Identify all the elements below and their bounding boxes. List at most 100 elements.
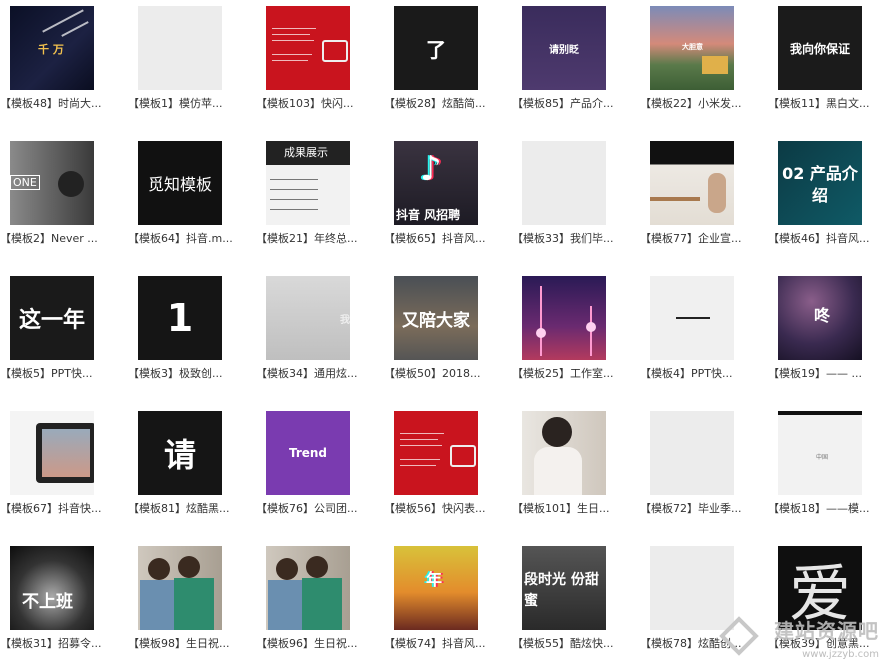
- thumb-text: 段时光 份甜蜜: [524, 572, 599, 609]
- template-tile[interactable]: 我向你保证 【模板11】黑白文...: [768, 0, 887, 120]
- template-tile[interactable]: 中国 【模板18】——模...: [768, 405, 887, 525]
- template-tile[interactable]: 段时光 份甜蜜 【模板55】酷炫快...: [512, 540, 640, 660]
- template-thumbnail: 这一年: [10, 276, 94, 360]
- template-tile[interactable]: ONE 【模板2】Never ...: [0, 135, 128, 255]
- template-tile[interactable]: 咚 【模板19】—— ...: [768, 270, 887, 390]
- thumb-text: 请: [163, 436, 196, 474]
- template-caption: 【模板76】公司团...: [256, 502, 358, 515]
- template-thumbnail: 我: [266, 276, 350, 360]
- template-thumbnail: [650, 546, 734, 630]
- template-caption: 【模板22】小米发...: [640, 97, 742, 110]
- template-caption: 【模板21】年终总...: [256, 232, 358, 245]
- template-caption: 【模板103】快闪...: [256, 97, 354, 110]
- template-thumbnail: [650, 141, 734, 225]
- template-tile[interactable]: 又陪大家 【模板50】2018...: [384, 270, 512, 390]
- template-tile[interactable]: 【模板25】工作室...: [512, 270, 640, 390]
- template-thumbnail: Trend: [266, 411, 350, 495]
- thumb-text: 了: [426, 37, 446, 62]
- template-tile[interactable]: 【模板72】毕业季...: [640, 405, 768, 525]
- template-tile[interactable]: 【模板33】我们毕...: [512, 135, 640, 255]
- camera-icon: [322, 40, 348, 62]
- template-caption: 【模板48】时尚大...: [0, 97, 102, 110]
- template-caption: 【模板72】毕业季...: [640, 502, 742, 515]
- template-caption: 【模板11】黑白文...: [768, 97, 870, 110]
- template-tile[interactable]: 了 【模板28】炫酷简...: [384, 0, 512, 120]
- template-tile[interactable]: 【模板67】抖音快...: [0, 405, 128, 525]
- template-caption: 【模板81】炫酷黑...: [128, 502, 230, 515]
- template-tile[interactable]: 我 【模板34】通用炫...: [256, 270, 384, 390]
- thumb-text: 中国: [816, 454, 829, 461]
- template-thumbnail: ♪ 抖音 风招聘: [394, 141, 478, 225]
- template-thumbnail: [138, 546, 222, 630]
- template-caption: 【模板31】招募令...: [0, 637, 102, 650]
- template-tile[interactable]: 不上班 【模板31】招募令...: [0, 540, 128, 660]
- template-thumbnail: 大胆意: [650, 6, 734, 90]
- template-tile[interactable]: 年 【模板74】抖音风...: [384, 540, 512, 660]
- template-thumbnail: [266, 546, 350, 630]
- person-image: [708, 173, 726, 213]
- template-tile[interactable]: 这一年 【模板5】PPT快...: [0, 270, 128, 390]
- camera-icon: [450, 445, 476, 467]
- template-tile[interactable]: 【模板96】生日祝...: [256, 540, 384, 660]
- template-caption: 【模板2】Never ...: [0, 232, 98, 245]
- template-thumbnail: 咚: [778, 276, 862, 360]
- template-caption: 【模板4】PPT快...: [640, 367, 733, 380]
- thumb-text: 这一年: [18, 308, 85, 333]
- template-tile[interactable]: 【模板77】企业宣...: [640, 135, 768, 255]
- template-tile[interactable]: 成果展示 【模板21】年终总...: [256, 135, 384, 255]
- template-thumbnail: 段时光 份甜蜜: [522, 546, 606, 630]
- watermark-text: 建站资源吧: [774, 619, 879, 643]
- template-caption: 【模板46】抖音风...: [768, 232, 870, 245]
- template-tile[interactable]: 大胆意 【模板22】小米发...: [640, 0, 768, 120]
- template-tile[interactable]: 觅知模板 【模板64】抖音.m...: [128, 135, 256, 255]
- thumb-text: 千 万: [38, 43, 64, 56]
- template-thumbnail: ONE: [10, 141, 94, 225]
- template-tile[interactable]: 02 产品介绍 【模板46】抖音风...: [768, 135, 887, 255]
- template-tile[interactable]: Trend 【模板76】公司团...: [256, 405, 384, 525]
- template-caption: 【模板3】极致创...: [128, 367, 223, 380]
- template-thumbnail: 02 产品介绍: [778, 141, 862, 225]
- template-tile[interactable]: 【模板1】模仿苹...: [128, 0, 256, 120]
- template-caption: 【模板33】我们毕...: [512, 232, 614, 245]
- template-thumbnail: [522, 141, 606, 225]
- template-tile[interactable]: 请 【模板81】炫酷黑...: [128, 405, 256, 525]
- template-gallery: 千 万 【模板48】时尚大... 【模板1】模仿苹... 【模板103】快闪..…: [0, 0, 887, 660]
- template-tile[interactable]: 【模板98】生日祝...: [128, 540, 256, 660]
- template-tile[interactable]: 【模板56】快闪表...: [384, 405, 512, 525]
- template-thumbnail: 觅知模板: [138, 141, 222, 225]
- template-thumbnail: [522, 411, 606, 495]
- template-caption: 【模板101】生日...: [512, 502, 610, 515]
- template-tile[interactable]: 【模板101】生日...: [512, 405, 640, 525]
- template-thumbnail: 请: [138, 411, 222, 495]
- person-image: [542, 417, 572, 447]
- template-caption: 【模板25】工作室...: [512, 367, 614, 380]
- template-caption: 【模板98】生日祝...: [128, 637, 230, 650]
- thumb-text: ONE: [10, 175, 40, 190]
- thumb-text: 成果展示: [284, 146, 328, 159]
- template-caption: 【模板56】快闪表...: [384, 502, 486, 515]
- template-thumbnail: [10, 411, 94, 495]
- template-thumbnail: 请别眨: [522, 6, 606, 90]
- house-image: [702, 56, 728, 74]
- template-tile[interactable]: 【模板4】PPT快...: [640, 270, 768, 390]
- template-thumbnail: 1: [138, 276, 222, 360]
- template-caption: 【模板28】炫酷简...: [384, 97, 486, 110]
- thumb-text: 咚: [814, 306, 831, 325]
- template-tile[interactable]: 1 【模板3】极致创...: [128, 270, 256, 390]
- thumb-text: 抖音 风招聘: [396, 208, 461, 222]
- template-tile[interactable]: 【模板103】快闪...: [256, 0, 384, 120]
- watermark-url: www.jzzyb.com: [802, 649, 879, 660]
- template-thumbnail: 又陪大家: [394, 276, 478, 360]
- template-thumbnail: [266, 6, 350, 90]
- template-caption: 【模板18】——模...: [768, 502, 870, 515]
- template-thumbnail: [138, 6, 222, 90]
- template-thumbnail: 我向你保证: [778, 6, 862, 90]
- template-thumbnail: [650, 411, 734, 495]
- thumb-text: 大胆意: [682, 43, 703, 51]
- template-thumbnail: 了: [394, 6, 478, 90]
- template-tile[interactable]: 请别眨 【模板85】产品介...: [512, 0, 640, 120]
- template-tile[interactable]: 千 万 【模板48】时尚大...: [0, 0, 128, 120]
- template-tile[interactable]: ♪ 抖音 风招聘 【模板65】抖音风...: [384, 135, 512, 255]
- music-note-icon: ♪: [420, 149, 442, 189]
- template-thumbnail: 中国: [778, 411, 862, 495]
